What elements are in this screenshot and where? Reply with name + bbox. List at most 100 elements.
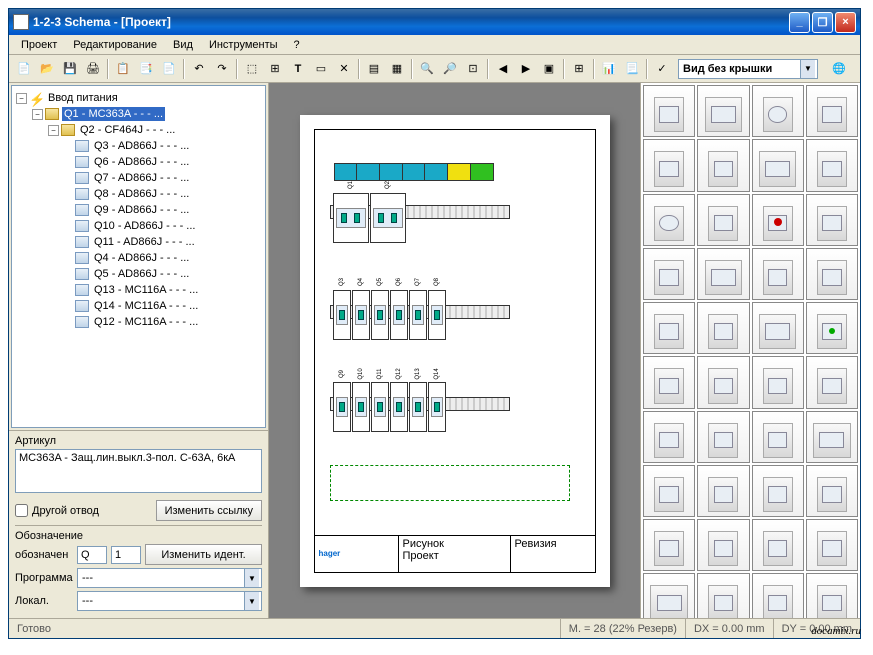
- tool-d-icon[interactable]: ▤: [363, 58, 385, 80]
- palette-item[interactable]: [752, 356, 804, 408]
- zoom-in-icon[interactable]: 🔍: [416, 58, 438, 80]
- device-q10[interactable]: Q10: [352, 382, 370, 432]
- tree-item[interactable]: Q10 - AD866J - - - ...: [92, 219, 197, 233]
- designation-prefix-input[interactable]: [77, 546, 107, 564]
- device-q12[interactable]: Q12: [390, 382, 408, 432]
- device-q11[interactable]: Q11: [371, 382, 389, 432]
- tree-item[interactable]: Q11 - AD866J - - - ...: [92, 235, 197, 249]
- local-select[interactable]: ---: [77, 591, 262, 611]
- tool-b-icon[interactable]: ⊞: [264, 58, 286, 80]
- palette-item[interactable]: [752, 194, 804, 246]
- device-q1[interactable]: Q1: [333, 193, 369, 243]
- palette-item[interactable]: [643, 194, 695, 246]
- palette-item[interactable]: [697, 194, 749, 246]
- palette-item[interactable]: [752, 465, 804, 517]
- page-next-icon[interactable]: ▶: [515, 58, 537, 80]
- canvas[interactable]: Q1 Q2 Q3Q4Q5Q6Q7Q8 Q9Q10Q11Q12Q13Q14 hag…: [269, 83, 640, 618]
- menu-help[interactable]: ?: [286, 37, 308, 53]
- paste-icon[interactable]: 📄: [158, 58, 180, 80]
- palette-item[interactable]: [643, 465, 695, 517]
- tree-item[interactable]: Q4 - AD866J - - - ...: [92, 251, 191, 265]
- view-mode-select[interactable]: Вид без крышки: [678, 59, 818, 79]
- palette-item[interactable]: [752, 302, 804, 354]
- palette-item[interactable]: [806, 356, 858, 408]
- device-q3[interactable]: Q3: [333, 290, 351, 340]
- list-icon[interactable]: 📃: [621, 58, 643, 80]
- device-q7[interactable]: Q7: [409, 290, 427, 340]
- menu-project[interactable]: Проект: [13, 37, 65, 53]
- tool-e-icon[interactable]: ▦: [386, 58, 408, 80]
- palette-item[interactable]: [806, 194, 858, 246]
- palette-item[interactable]: [697, 573, 749, 618]
- article-input[interactable]: MC363A - Защ.лин.выкл.3-пол. C-63A, 6кА: [15, 449, 262, 493]
- palette-item[interactable]: [697, 302, 749, 354]
- save-icon[interactable]: 💾: [59, 58, 81, 80]
- tree-item[interactable]: Q7 - AD866J - - - ...: [92, 171, 191, 185]
- palette-item[interactable]: [806, 411, 858, 463]
- page-add-icon[interactable]: ▣: [538, 58, 560, 80]
- device-q4[interactable]: Q4: [352, 290, 370, 340]
- device-q13[interactable]: Q13: [409, 382, 427, 432]
- edit-link-button[interactable]: Изменить ссылку: [156, 500, 262, 521]
- tree-item[interactable]: Q13 - MC116A - - - ...: [92, 283, 200, 297]
- redo-icon[interactable]: ↷: [211, 58, 233, 80]
- open-icon[interactable]: 📂: [36, 58, 58, 80]
- text-icon[interactable]: T: [287, 58, 309, 80]
- palette-item[interactable]: [643, 139, 695, 191]
- tree-toggle[interactable]: −: [16, 93, 27, 104]
- project-tree[interactable]: − ⚡ Ввод питания − Q1 - MC363A - - - ...…: [11, 85, 266, 428]
- tree-toggle[interactable]: −: [32, 109, 43, 120]
- palette-item[interactable]: [806, 85, 858, 137]
- palette-item[interactable]: [752, 411, 804, 463]
- copy-icon[interactable]: 📋: [112, 58, 134, 80]
- palette-item[interactable]: [697, 411, 749, 463]
- zoom-out-icon[interactable]: 🔎: [439, 58, 461, 80]
- edit-ident-button[interactable]: Изменить идент.: [145, 544, 262, 565]
- minimize-button[interactable]: _: [789, 12, 810, 33]
- tree-item[interactable]: Q2 - CF464J - - - ...: [78, 123, 177, 137]
- grid-icon[interactable]: ⊞: [568, 58, 590, 80]
- palette-item[interactable]: [806, 519, 858, 571]
- palette-item[interactable]: [697, 85, 749, 137]
- check-icon[interactable]: ✓: [651, 58, 673, 80]
- device-q5[interactable]: Q5: [371, 290, 389, 340]
- tree-item[interactable]: Q9 - AD866J - - - ...: [92, 203, 191, 217]
- tree-item[interactable]: Q5 - AD866J - - - ...: [92, 267, 191, 281]
- palette-item[interactable]: [643, 519, 695, 571]
- device-q8[interactable]: Q8: [428, 290, 446, 340]
- palette-item[interactable]: [806, 139, 858, 191]
- designation-number-input[interactable]: [111, 546, 141, 564]
- device-q14[interactable]: Q14: [428, 382, 446, 432]
- palette-item[interactable]: [697, 248, 749, 300]
- device-q6[interactable]: Q6: [390, 290, 408, 340]
- delete-icon[interactable]: ✕: [333, 58, 355, 80]
- print-icon[interactable]: 🖨: [82, 58, 104, 80]
- undo-icon[interactable]: ↶: [188, 58, 210, 80]
- palette-item[interactable]: [752, 248, 804, 300]
- palette-item[interactable]: [752, 573, 804, 618]
- palette-item[interactable]: [806, 465, 858, 517]
- palette-item[interactable]: [697, 356, 749, 408]
- palette-item[interactable]: [643, 248, 695, 300]
- palette-item[interactable]: [697, 519, 749, 571]
- palette-item[interactable]: [806, 302, 858, 354]
- tree-item[interactable]: Q3 - AD866J - - - ...: [92, 139, 191, 153]
- menu-tools[interactable]: Инструменты: [201, 37, 286, 53]
- palette-item[interactable]: [643, 411, 695, 463]
- menu-view[interactable]: Вид: [165, 37, 201, 53]
- tree-item[interactable]: Q14 - MC116A - - - ...: [92, 299, 200, 313]
- page-prev-icon[interactable]: ◀: [492, 58, 514, 80]
- palette-item[interactable]: [643, 85, 695, 137]
- palette-item[interactable]: [806, 573, 858, 618]
- tree-item-selected[interactable]: Q1 - MC363A - - - ...: [62, 107, 165, 121]
- program-select[interactable]: ---: [77, 568, 262, 588]
- palette-item[interactable]: [643, 573, 695, 618]
- close-button[interactable]: ×: [835, 12, 856, 33]
- palette-item[interactable]: [752, 85, 804, 137]
- palette-item[interactable]: [643, 302, 695, 354]
- globe-icon[interactable]: 🌐: [828, 58, 850, 80]
- duplicate-icon[interactable]: 📑: [135, 58, 157, 80]
- palette-item[interactable]: [697, 465, 749, 517]
- palette-item[interactable]: [752, 139, 804, 191]
- report-icon[interactable]: 📊: [598, 58, 620, 80]
